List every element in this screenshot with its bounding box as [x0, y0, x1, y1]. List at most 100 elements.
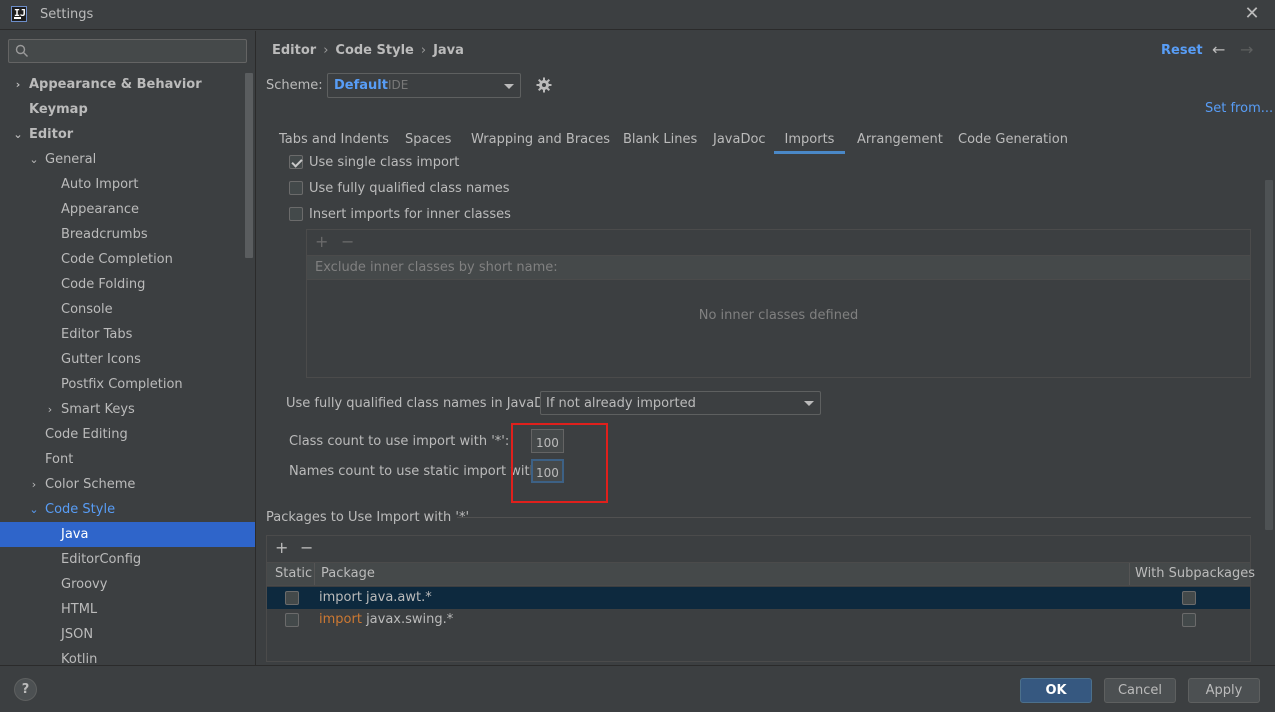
scheme-name: Default — [334, 78, 388, 93]
scheme-dropdown[interactable]: Default IDE — [327, 73, 521, 98]
import-keyword: import — [319, 612, 362, 627]
sidebar-item-appearance[interactable]: Appearance — [0, 197, 255, 222]
sidebar-item-groovy[interactable]: Groovy — [0, 572, 255, 597]
packages-section-title: Packages to Use Import with '*' — [266, 510, 470, 525]
single-class-import-label: Use single class import — [309, 155, 460, 170]
sidebar-item-code-style[interactable]: ⌄ Code Style — [0, 497, 255, 522]
static-count-input[interactable] — [531, 459, 564, 483]
sidebar-item-smart-keys[interactable]: › Smart Keys — [0, 397, 255, 422]
sidebar-item-keymap[interactable]: Keymap — [0, 97, 255, 122]
help-icon[interactable]: ? — [14, 678, 37, 701]
set-from-link[interactable]: Set from... — [1205, 101, 1273, 116]
sidebar-item-code-completion[interactable]: Code Completion — [0, 247, 255, 272]
scheme-type: IDE — [388, 78, 409, 92]
class-count-label: Class count to use import with '*': — [289, 434, 510, 449]
tab-bar: Tabs and Indents Spaces Wrapping and Bra… — [266, 126, 1266, 154]
sidebar-item-code-folding[interactable]: Code Folding — [0, 272, 255, 297]
chevron-right-icon: › — [47, 403, 53, 416]
sidebar-item-code-editing[interactable]: Code Editing — [0, 422, 255, 447]
sidebar-item-color-scheme[interactable]: › Color Scheme — [0, 472, 255, 497]
javadoc-dropdown[interactable]: If not already imported — [540, 391, 821, 415]
class-count-input[interactable] — [531, 429, 564, 453]
remove-icon: − — [341, 232, 355, 251]
back-arrow-icon[interactable]: ← — [1212, 40, 1230, 59]
chevron-down-icon: ⌄ — [29, 503, 39, 516]
add-icon: + — [315, 232, 329, 251]
empty-state-text: No inner classes defined — [698, 308, 859, 323]
sidebar-item-appearance-behavior[interactable]: › Appearance & Behavior — [0, 72, 255, 97]
sidebar-item-font[interactable]: Font — [0, 447, 255, 472]
javadoc-value: If not already imported — [546, 396, 696, 411]
subpackages-checkbox[interactable] — [1182, 591, 1196, 605]
forward-arrow-icon: → — [1240, 40, 1254, 59]
title-bar: IJ Settings ✕ — [0, 0, 1275, 30]
javadoc-label: Use fully qualified class names in JavaD… — [286, 396, 564, 411]
tab-spaces[interactable]: Spaces — [405, 126, 451, 154]
fully-qualified-checkbox[interactable] — [289, 181, 303, 195]
sidebar-item-editor-tabs[interactable]: Editor Tabs — [0, 322, 255, 347]
tab-tabs-and-indents[interactable]: Tabs and Indents — [279, 126, 389, 154]
intellij-logo-icon: IJ — [11, 6, 27, 22]
remove-icon[interactable]: − — [300, 538, 313, 557]
tab-javadoc[interactable]: JavaDoc — [713, 126, 766, 154]
subpackages-checkbox[interactable] — [1182, 613, 1196, 627]
column-header-package[interactable]: Package — [321, 563, 375, 585]
dialog-footer: ? OK Cancel Apply — [0, 665, 1275, 712]
sidebar-item-kotlin[interactable]: Kotlin — [0, 647, 255, 665]
sidebar-item-json[interactable]: JSON — [0, 622, 255, 647]
sidebar-item-general[interactable]: ⌄ General — [0, 147, 255, 172]
gear-icon[interactable] — [535, 76, 553, 94]
column-header-static[interactable]: Static — [275, 563, 312, 585]
breadcrumb: Editor › Code Style › Java — [272, 43, 464, 58]
sidebar-item-editor[interactable]: ⌄ Editor — [0, 122, 255, 147]
add-icon[interactable]: + — [275, 538, 288, 557]
window-title: Settings — [40, 7, 94, 22]
reset-link[interactable]: Reset — [1161, 43, 1203, 58]
tab-arrangement[interactable]: Arrangement — [857, 126, 943, 154]
search-box[interactable] — [8, 39, 247, 63]
static-count-label: Names count to use static import with '*… — [289, 464, 561, 479]
ok-button[interactable]: OK — [1020, 678, 1092, 703]
chevron-down-icon: ⌄ — [29, 153, 39, 166]
breadcrumb-item: Java — [433, 43, 464, 58]
close-icon[interactable]: ✕ — [1241, 4, 1263, 26]
tab-blank-lines[interactable]: Blank Lines — [623, 126, 697, 154]
static-checkbox[interactable] — [285, 613, 299, 627]
inner-classes-panel: + − Exclude inner classes by short name:… — [306, 229, 1251, 378]
sidebar-item-gutter-icons[interactable]: Gutter Icons — [0, 347, 255, 372]
sidebar-item-breadcrumbs[interactable]: Breadcrumbs — [0, 222, 255, 247]
inner-classes-toolbar: + − — [307, 230, 1250, 255]
sidebar-scrollbar[interactable] — [245, 73, 253, 258]
column-header-with-subpackages[interactable]: With Subpackages — [1135, 563, 1255, 585]
sidebar-item-editorconfig[interactable]: EditorConfig — [0, 547, 255, 572]
table-row[interactable]: import java.awt.* — [267, 587, 1250, 609]
sidebar-item-console[interactable]: Console — [0, 297, 255, 322]
dropdown-arrow-icon — [504, 84, 514, 89]
packages-table-panel: + − Static Package With Subpackages impo… — [266, 535, 1255, 662]
sidebar-item-postfix-completion[interactable]: Postfix Completion — [0, 372, 255, 397]
cancel-button[interactable]: Cancel — [1104, 678, 1176, 703]
content-scrollbar[interactable] — [1265, 180, 1273, 530]
search-input[interactable] — [35, 42, 243, 60]
settings-sidebar: › Appearance & Behavior Keymap ⌄ Editor … — [0, 31, 256, 665]
chevron-right-icon: › — [31, 478, 37, 491]
inner-classes-label: Insert imports for inner classes — [309, 207, 511, 222]
tab-imports[interactable]: Imports — [774, 126, 845, 154]
search-icon — [15, 44, 28, 57]
tab-wrapping-and-braces[interactable]: Wrapping and Braces — [471, 126, 610, 154]
fully-qualified-label: Use fully qualified class names — [309, 181, 510, 196]
scheme-label: Scheme: — [266, 78, 323, 93]
static-checkbox[interactable] — [285, 591, 299, 605]
sidebar-item-auto-import[interactable]: Auto Import — [0, 172, 255, 197]
sidebar-item-java[interactable]: Java — [0, 522, 255, 547]
chevron-right-icon: › — [15, 78, 21, 91]
breadcrumb-item[interactable]: Editor — [272, 43, 316, 58]
sidebar-item-html[interactable]: HTML — [0, 597, 255, 622]
inner-classes-checkbox[interactable] — [289, 207, 303, 221]
table-row[interactable]: import javax.swing.* — [267, 609, 1250, 631]
dropdown-arrow-icon — [804, 401, 814, 406]
apply-button[interactable]: Apply — [1188, 678, 1260, 703]
tab-code-generation[interactable]: Code Generation — [958, 126, 1068, 154]
breadcrumb-item[interactable]: Code Style — [335, 43, 413, 58]
single-class-import-checkbox[interactable] — [289, 155, 303, 169]
